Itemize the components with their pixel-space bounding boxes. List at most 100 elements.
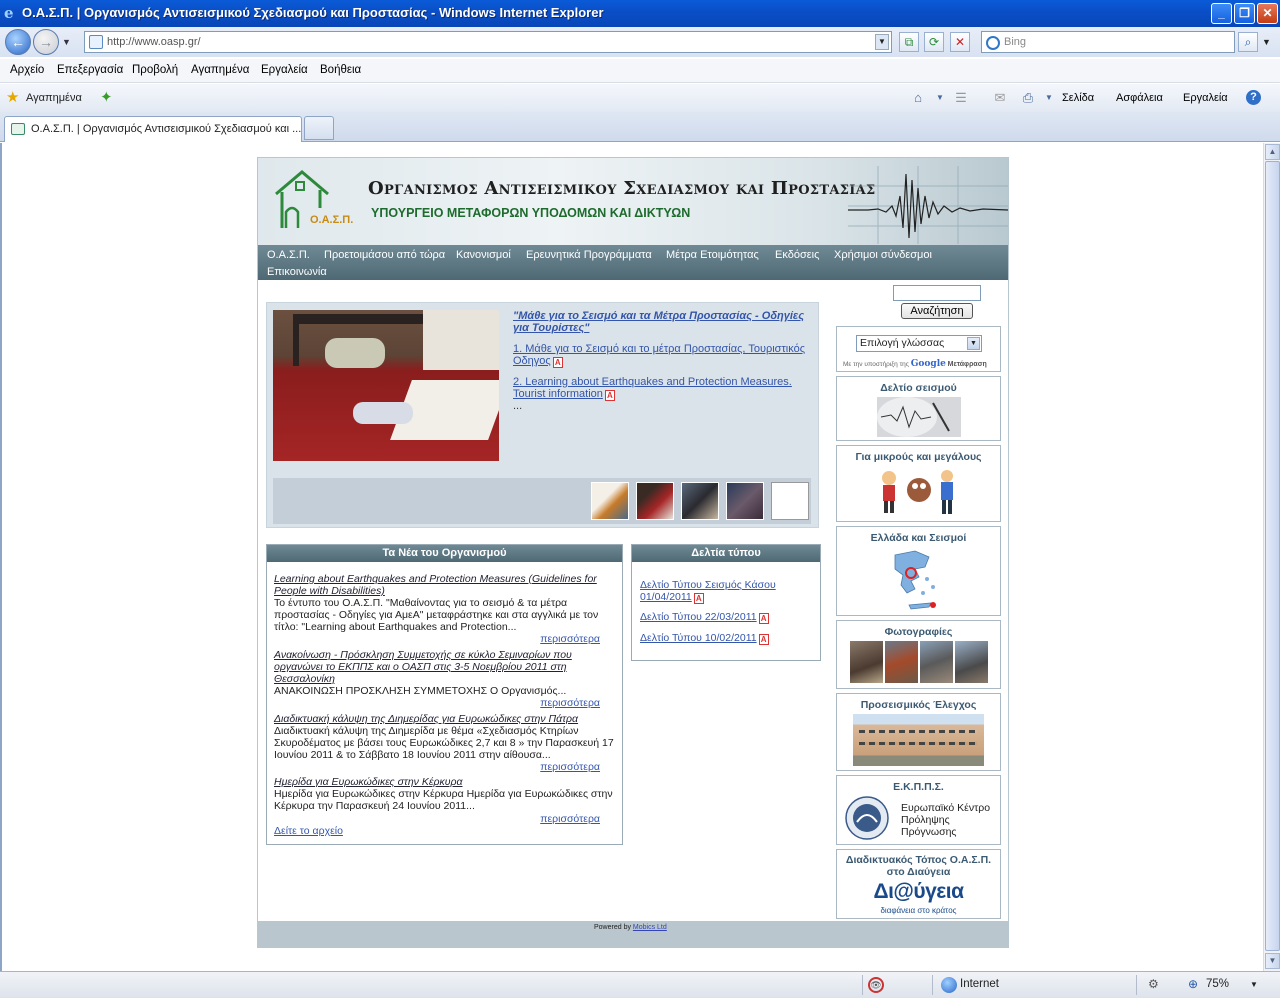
nav-oasp[interactable]: Ο.Α.Σ.Π. [267, 249, 310, 261]
safety-menu[interactable]: Ασφάλεια [1116, 92, 1163, 104]
menu-edit[interactable]: Επεξεργασία [57, 64, 123, 76]
refresh-icon[interactable]: ⟳ [924, 32, 944, 52]
home-icon[interactable]: ⌂ [910, 90, 926, 106]
news-more-link[interactable]: περισσότερα [540, 761, 600, 773]
press-release-link[interactable]: Δελτίο Τύπου 22/03/2011 A [640, 611, 810, 624]
tools-menu[interactable]: Εργαλεία [1183, 92, 1228, 104]
zoom-dropdown-icon[interactable]: ▼ [1250, 980, 1258, 989]
featured-photo[interactable] [273, 310, 499, 461]
search-icon[interactable]: ⌕ [1238, 32, 1258, 52]
page-menu[interactable]: Σελίδα [1062, 92, 1094, 104]
nav-contact[interactable]: Επικοινωνία [267, 266, 327, 278]
feature-main-link[interactable]: "Μάθε για το Σεισμό και τα Μέτρα Προστασ… [513, 310, 813, 334]
thumbnail-1[interactable] [591, 482, 629, 520]
thumbnail-5[interactable] [771, 482, 809, 520]
translate-credit: Με την υποστήριξη της Google Μετάφραση [843, 359, 987, 369]
news-item-text: ΑΝΑΚΟΙΝΩΣΗ ΠΡΟΣΚΛΗΣΗ ΣΥΜΜΕΤΟΧΗΣ Ο Οργανι… [274, 685, 567, 697]
nav-publications[interactable]: Εκδόσεις [775, 249, 819, 261]
photo-thumbnail [920, 641, 953, 683]
scroll-thumb[interactable] [1265, 161, 1280, 951]
thumbnail-3[interactable] [681, 482, 719, 520]
press-releases-box: Δελτία τύπου Δελτίο Τύπου Σεισμός Κάσου … [631, 544, 821, 661]
nav-readiness[interactable]: Μέτρα Ετοιμότητας [666, 249, 759, 261]
minimize-button[interactable]: _ [1211, 3, 1232, 24]
site-search-input[interactable] [893, 285, 981, 301]
menu-view[interactable]: Προβολή [132, 64, 178, 76]
news-item-title[interactable]: Ημερίδα για Ευρωκώδικες στην Κέρκυρα [274, 776, 616, 788]
feeds-icon[interactable]: ☰ [953, 90, 969, 106]
address-field[interactable]: http://www.oasp.gr/ ▼ [84, 31, 892, 53]
mobics-link[interactable]: Mobics Ltd [633, 924, 667, 931]
school-building-photo [853, 714, 984, 766]
press-header: Δελτία τύπου [632, 545, 820, 562]
search-options-dropdown-icon[interactable]: ▼ [1262, 37, 1271, 47]
news-item: Learning about Earthquakes and Protectio… [274, 573, 616, 633]
news-more-link[interactable]: περισσότερα [540, 813, 600, 825]
protected-mode-icon[interactable]: ⚙ [1148, 977, 1159, 991]
forward-button[interactable]: → [33, 29, 59, 55]
sidebar-box-kids[interactable]: Για μικρούς και μεγάλους [836, 445, 1001, 522]
feature-link-greek[interactable]: 1. Μάθε για το Σεισμό και το μέτρα Προστ… [513, 343, 813, 368]
photo-thumbnail [885, 641, 918, 683]
news-archive-link[interactable]: Δείτε το αρχείο [274, 825, 343, 837]
nav-prepare[interactable]: Προετοιμάσου από τώρα [324, 249, 445, 261]
favorites-star-icon[interactable]: ★ [6, 90, 19, 105]
maximize-button[interactable]: ❐ [1234, 3, 1255, 24]
print-icon[interactable]: ⎙ [1020, 90, 1036, 106]
news-more-link[interactable]: περισσότερα [540, 633, 600, 645]
sidebar-box-title: Ε.Κ.Π.Π.Σ. [893, 781, 944, 793]
help-icon[interactable]: ? [1246, 90, 1261, 105]
menu-favorites[interactable]: Αγαπημένα [191, 64, 249, 76]
address-dropdown-icon[interactable]: ▼ [875, 34, 889, 50]
back-button[interactable]: ← [5, 29, 31, 55]
compatibility-view-icon[interactable]: ⧉ [899, 32, 919, 52]
mail-icon[interactable]: ✉ [992, 90, 1008, 106]
news-item-title[interactable]: Διαδικτυακή κάλυψη της Διημερίδας για Ευ… [274, 713, 616, 725]
scroll-down-icon[interactable]: ▼ [1265, 953, 1280, 969]
menu-help[interactable]: Βοήθεια [320, 64, 361, 76]
stop-icon[interactable]: ✕ [950, 32, 970, 52]
vertical-scrollbar[interactable]: ▲ ▼ [1263, 143, 1280, 971]
thumbnail-2[interactable] [636, 482, 674, 520]
language-select[interactable]: Επιλογή γλώσσας ▼ [856, 335, 982, 352]
close-button[interactable]: ✕ [1257, 3, 1278, 24]
feature-link-english[interactable]: 2. Learning about Earthquakes and Protec… [513, 376, 813, 401]
nav-links[interactable]: Χρήσιμοι σύνδεσμοι [834, 249, 932, 261]
sidebar-box-ekpps[interactable]: Ε.Κ.Π.Π.Σ. Ευρωπαϊκό Κέντρο Πρόληψης Πρό… [836, 775, 1001, 845]
privacy-icon[interactable]: 👁 [868, 977, 884, 993]
favorites-button[interactable]: Αγαπημένα [26, 92, 82, 104]
add-to-favorites-icon[interactable]: ✦ [100, 90, 113, 105]
search-placeholder: Bing [1004, 36, 1027, 48]
sidebar-box-bulletin[interactable]: Δελτίο σεισμού [836, 376, 1001, 441]
translate-word: Μετάφραση [947, 361, 987, 368]
press-release-link[interactable]: Δελτίο Τύπου Σεισμός Κάσου 01/04/2011 A [640, 579, 810, 604]
news-item-title[interactable]: Ανακοίνωση - Πρόσκληση Συμμετοχής σε κύκ… [274, 649, 616, 685]
zoom-icon[interactable]: ⊕ [1188, 977, 1198, 991]
site-search-button[interactable]: Αναζήτηση [901, 303, 973, 319]
pdf-icon: A [604, 390, 615, 401]
menu-file[interactable]: Αρχείο [10, 64, 44, 76]
recent-pages-dropdown-icon[interactable]: ▼ [62, 37, 71, 47]
sidebar-box-precheck[interactable]: Προσεισμικός Έλεγχος [836, 693, 1001, 771]
tab-oasp[interactable]: Ο.Α.Σ.Π. | Οργανισμός Αντισεισμικού Σχεδ… [4, 116, 302, 142]
sidebar-box-diavgeia[interactable]: Διαδικτυακός Τόπος Ο.Α.Σ.Π. στο Διαύγεια… [836, 849, 1001, 919]
search-input[interactable]: Bing [981, 31, 1235, 53]
print-dropdown-icon[interactable]: ▼ [1041, 90, 1057, 106]
news-more-link[interactable]: περισσότερα [540, 697, 600, 709]
news-item-text: Ημερίδα για Ευρωκώδικες στην Κέρκυρα Ημε… [274, 788, 613, 812]
press-release-link[interactable]: Δελτίο Τύπου 10/02/2011 A [640, 632, 810, 645]
thumbnail-4[interactable] [726, 482, 764, 520]
news-item-title[interactable]: Learning about Earthquakes and Protectio… [274, 573, 616, 597]
sidebar-box-greece[interactable]: Ελλάδα και Σεισμοί [836, 526, 1001, 616]
sidebar-box-photos[interactable]: Φωτογραφίες [836, 620, 1001, 689]
scroll-up-icon[interactable]: ▲ [1265, 144, 1280, 160]
zoom-level[interactable]: 75% [1206, 978, 1229, 990]
news-item: Διαδικτυακή κάλυψη της Διημερίδας για Ευ… [274, 713, 616, 761]
new-tab-button[interactable] [304, 116, 334, 140]
site-banner: Ο.Α.Σ.Π. Οργανισμος Αντισεισμικου Σχεδια… [258, 158, 1008, 245]
nav-regulations[interactable]: Κανονισμοί [456, 249, 511, 261]
home-dropdown-icon[interactable]: ▼ [932, 90, 948, 106]
menu-tools[interactable]: Εργαλεία [261, 64, 308, 76]
tab-title: Ο.Α.Σ.Π. | Οργανισμός Αντισεισμικού Σχεδ… [31, 123, 302, 135]
nav-research[interactable]: Ερευνητικά Προγράμματα [526, 249, 652, 261]
